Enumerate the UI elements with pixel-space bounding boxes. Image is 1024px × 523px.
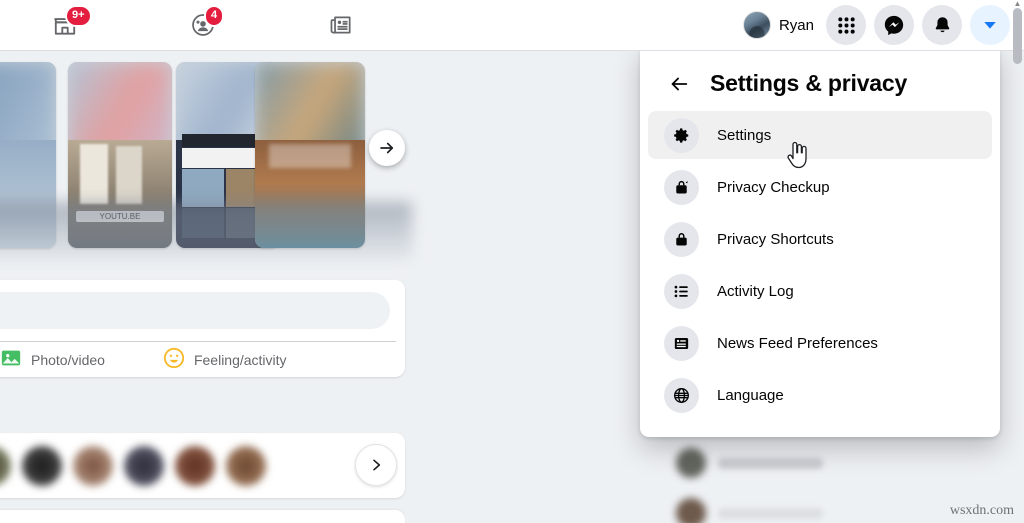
nav-account-button[interactable] bbox=[970, 5, 1010, 45]
nav-profile-button[interactable]: Ryan bbox=[742, 11, 818, 39]
contact-avatar bbox=[676, 448, 706, 478]
contact-avatar[interactable] bbox=[0, 445, 11, 486]
arrow-left-icon bbox=[671, 77, 688, 90]
contact-name bbox=[718, 457, 823, 469]
composer-photo-video-label: Photo/video bbox=[31, 351, 105, 368]
menu-item-label: Language bbox=[717, 386, 784, 404]
menu-item-activity-log[interactable]: Activity Log bbox=[648, 267, 992, 315]
page-root: YOUTU.BE ❮ bbox=[0, 0, 1024, 523]
feeling-activity-icon bbox=[163, 347, 185, 372]
post-composer: n? Photo/video bbox=[0, 280, 405, 377]
menu-item-language[interactable]: Language bbox=[648, 371, 992, 419]
nav-menu-grid-button[interactable] bbox=[826, 5, 866, 45]
menu-item-settings[interactable]: Settings bbox=[648, 111, 992, 159]
bell-icon bbox=[935, 16, 949, 32]
avatar bbox=[742, 11, 771, 39]
nav-right-cluster: Ryan bbox=[742, 3, 1010, 47]
news-feed-icon bbox=[664, 325, 699, 361]
news-icon bbox=[330, 16, 351, 34]
stories-tray: YOUTU.BE ❮ bbox=[0, 62, 412, 260]
stories-blur-overlay bbox=[0, 202, 412, 260]
dropdown-title: Settings & privacy bbox=[710, 70, 908, 96]
chevron-down-icon bbox=[984, 21, 996, 29]
settings-privacy-dropdown: Settings & privacy Settings Privacy Chec… bbox=[640, 44, 1000, 437]
dropdown-header: Settings & privacy bbox=[640, 44, 1000, 111]
back-button[interactable] bbox=[666, 71, 692, 97]
groups-badge: 4 bbox=[204, 5, 225, 27]
chevron-right-icon bbox=[373, 459, 381, 471]
news-feed-column: YOUTU.BE ❮ bbox=[0, 62, 412, 523]
contact-list-item[interactable] bbox=[666, 438, 1006, 488]
profile-name: Ryan bbox=[778, 16, 814, 34]
contact-name bbox=[718, 507, 823, 519]
marketplace-badge: 9+ bbox=[65, 5, 92, 27]
menu-item-label: Activity Log bbox=[717, 282, 794, 300]
photo-video-icon bbox=[0, 347, 22, 372]
nav-groups-button[interactable]: 4 bbox=[180, 3, 226, 47]
activity-log-icon bbox=[664, 273, 699, 309]
feed-post-card bbox=[0, 510, 405, 523]
menu-item-label: Settings bbox=[717, 126, 772, 144]
scrollbar-thumb[interactable] bbox=[1013, 8, 1022, 64]
grid-menu-icon bbox=[837, 16, 855, 34]
menu-item-label: Privacy Checkup bbox=[717, 178, 830, 196]
menu-item-privacy-shortcuts[interactable]: Privacy Shortcuts bbox=[648, 215, 992, 263]
contact-avatar[interactable] bbox=[175, 445, 215, 486]
nav-notifications-button[interactable] bbox=[922, 5, 962, 45]
feed-contacts-next-button[interactable] bbox=[355, 444, 397, 486]
nav-marketplace-button[interactable]: 9+ bbox=[42, 3, 92, 47]
privacy-checkup-icon bbox=[664, 169, 699, 205]
contact-avatar[interactable] bbox=[226, 445, 266, 486]
composer-input[interactable]: n? bbox=[0, 292, 390, 329]
nav-messenger-button[interactable] bbox=[874, 5, 914, 45]
lock-icon bbox=[664, 221, 699, 257]
menu-item-privacy-checkup[interactable]: Privacy Checkup bbox=[648, 163, 992, 211]
nav-news-button[interactable] bbox=[318, 3, 364, 47]
page-scrollbar[interactable]: ▲ bbox=[1010, 0, 1024, 523]
globe-icon bbox=[664, 377, 699, 413]
contact-avatar[interactable] bbox=[22, 445, 62, 486]
messenger-icon bbox=[884, 15, 904, 36]
menu-item-news-feed-preferences[interactable]: News Feed Preferences bbox=[648, 319, 992, 367]
arrow-right-icon bbox=[380, 142, 394, 154]
composer-feeling-activity-label: Feeling/activity bbox=[193, 351, 287, 368]
contact-avatar bbox=[676, 498, 706, 523]
feed-contacts-strip bbox=[0, 433, 405, 498]
composer-feeling-activity-button[interactable]: Feeling/activity bbox=[163, 347, 287, 372]
scrollbar-up-arrow[interactable]: ▲ bbox=[1013, 0, 1022, 8]
gear-icon bbox=[664, 117, 699, 153]
contact-avatar[interactable] bbox=[124, 445, 164, 486]
watermark: wsxdn.com bbox=[949, 503, 1014, 518]
composer-actions: Photo/video Feeling/activity bbox=[0, 342, 405, 377]
menu-item-label: Privacy Shortcuts bbox=[717, 230, 834, 248]
dropdown-menu-list: Settings Privacy Checkup Privacy Shortcu… bbox=[640, 111, 1000, 419]
stories-next-button[interactable] bbox=[369, 130, 405, 166]
composer-photo-video-button[interactable]: Photo/video bbox=[0, 347, 105, 372]
menu-item-label: News Feed Preferences bbox=[717, 334, 878, 352]
top-navigation-bar: 9+ 4 Ryan bbox=[0, 0, 1024, 51]
contact-avatar[interactable] bbox=[73, 445, 113, 486]
